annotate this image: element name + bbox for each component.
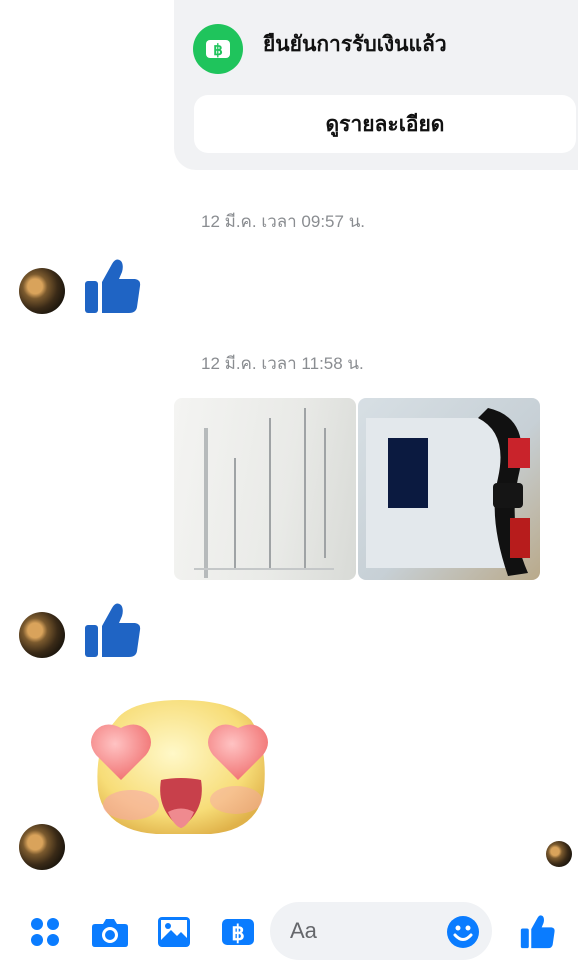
package-photo[interactable]	[358, 398, 540, 580]
view-details-button[interactable]: ดูรายละเอียด	[194, 95, 576, 153]
payment-confirmed-title: ยืนยันการรับเงินแล้ว	[263, 33, 447, 56]
apps-icon[interactable]	[26, 913, 64, 951]
thumbs-up-icon[interactable]	[82, 254, 144, 321]
avatar[interactable]	[19, 612, 65, 658]
timestamp: 12 มี.ค. เวลา 09:57 น.	[201, 212, 366, 231]
thumbs-up-icon[interactable]	[82, 598, 144, 665]
receipt-photo[interactable]	[174, 398, 356, 580]
read-receipt-avatar	[546, 841, 572, 867]
pay-icon: ฿	[193, 24, 243, 74]
like-icon[interactable]	[517, 910, 559, 952]
timestamp: 12 มี.ค. เวลา 11:58 น.	[201, 354, 364, 373]
gallery-icon[interactable]	[155, 913, 193, 951]
message-placeholder: Aa	[290, 918, 317, 943]
svg-text:฿: ฿	[213, 42, 223, 59]
pay-button-icon[interactable]: ฿	[219, 913, 257, 951]
svg-text:฿: ฿	[231, 922, 244, 945]
heart-eyes-emoji-icon[interactable]	[86, 700, 276, 845]
avatar[interactable]	[19, 824, 65, 870]
emoji-icon[interactable]	[444, 913, 482, 951]
camera-icon[interactable]	[90, 913, 130, 951]
avatar[interactable]	[19, 268, 65, 314]
